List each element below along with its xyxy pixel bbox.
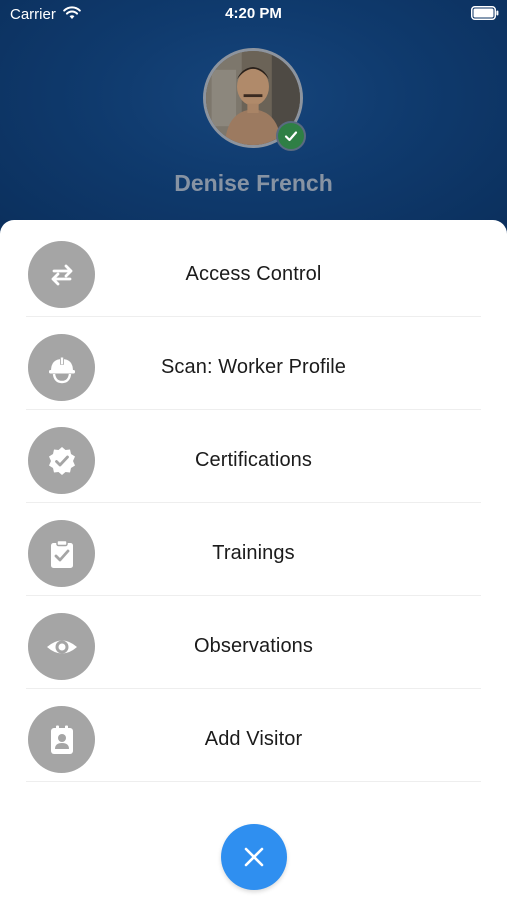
- menu-item-trainings[interactable]: Trainings: [0, 503, 507, 596]
- close-button[interactable]: [221, 824, 287, 890]
- divider: [26, 781, 481, 782]
- menu-item-certifications[interactable]: Certifications: [0, 410, 507, 503]
- menu-item-observations[interactable]: Observations: [0, 596, 507, 689]
- avatar-container[interactable]: [203, 48, 306, 151]
- menu-item-label: Certifications: [195, 449, 312, 471]
- menu-item-label: Scan: Worker Profile: [160, 356, 347, 378]
- close-icon: [244, 847, 264, 867]
- menu-item-scan-worker-profile[interactable]: Scan: Worker Profile: [0, 317, 507, 410]
- battery-icon: [471, 6, 499, 20]
- profile-header: Carrier 4:20 PM Denise French: [0, 0, 507, 240]
- menu-item-label: Access Control: [185, 263, 322, 285]
- action-sheet: Access Control Scan: Worker Profile Cert…: [0, 220, 507, 900]
- menu-item-label: Add Visitor: [204, 728, 303, 750]
- user-name: Denise French: [174, 170, 333, 196]
- menu-item-label: Trainings: [212, 542, 295, 564]
- verified-check-icon: [276, 121, 306, 151]
- status-time: 4:20 PM: [225, 5, 282, 22]
- menu-item-label: Observations: [193, 635, 314, 657]
- status-bar: Carrier 4:20 PM: [0, 0, 507, 30]
- menu-item-access-control[interactable]: Access Control: [0, 224, 507, 317]
- menu-item-add-visitor[interactable]: Add Visitor: [0, 689, 507, 782]
